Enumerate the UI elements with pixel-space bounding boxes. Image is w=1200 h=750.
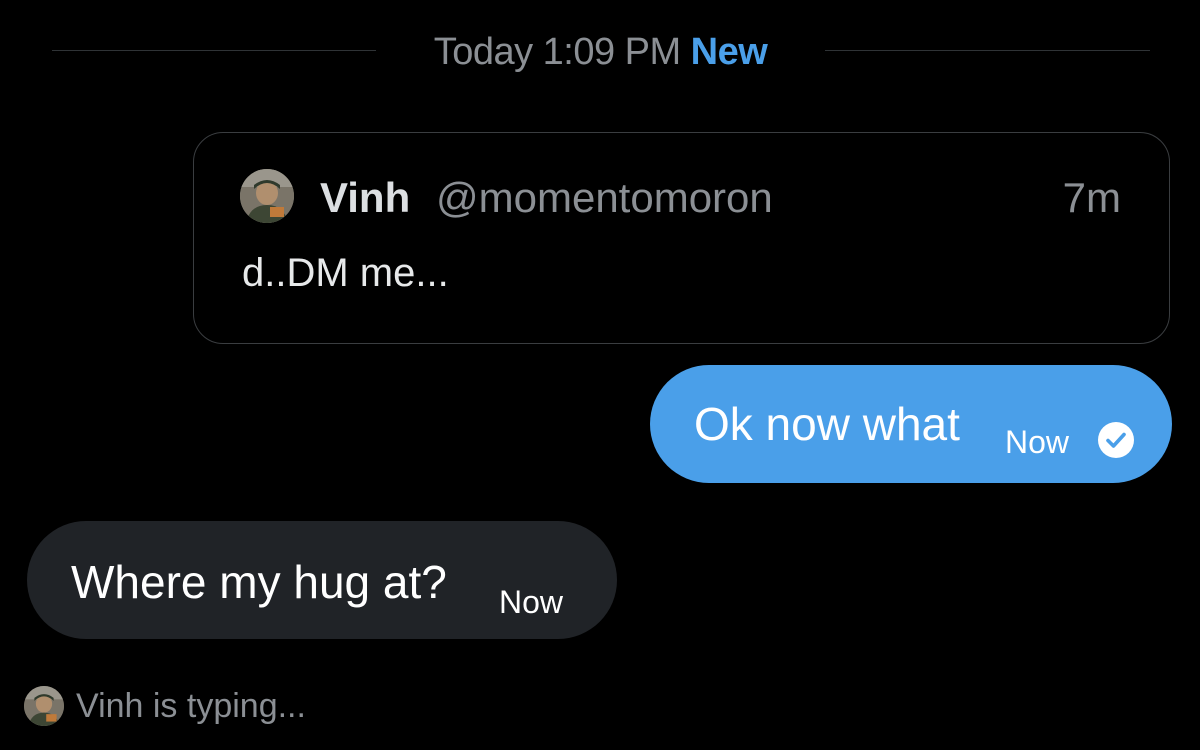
- sent-message-time: Now: [1005, 424, 1070, 460]
- seen-check-icon: [1098, 422, 1134, 458]
- sent-message-text: Ok now what: [694, 398, 960, 450]
- new-messages-label: New: [690, 31, 768, 73]
- quoted-author-name[interactable]: Vinh: [320, 173, 410, 223]
- sent-message-bubble[interactable]: Ok now what Now: [650, 365, 1172, 483]
- typing-indicator: Vinh is typing...: [76, 687, 306, 725]
- avatar[interactable]: [240, 169, 294, 223]
- received-message-text: Where my hug at?: [71, 556, 447, 608]
- date-separator: Today 1:09 PM New: [376, 30, 825, 74]
- separator-date: Today 1:09 PM: [433, 31, 681, 73]
- received-message-time: Now: [499, 584, 564, 620]
- separator-line-right: [825, 50, 1150, 51]
- quoted-tweet-text: d..DM me...: [242, 251, 449, 295]
- dm-conversation: Today 1:09 PM New Vinh @momentomoron 7m d…: [0, 0, 1200, 750]
- separator-line-left: [52, 50, 376, 51]
- quoted-tweet-card[interactable]: Vinh @momentomoron 7m d..DM me...: [193, 132, 1170, 344]
- quoted-tweet-time: 7m: [1062, 174, 1121, 221]
- received-message-bubble[interactable]: Where my hug at? Now: [27, 521, 617, 639]
- typing-avatar[interactable]: [24, 686, 64, 726]
- quoted-author-handle[interactable]: @momentomoron: [436, 173, 773, 223]
